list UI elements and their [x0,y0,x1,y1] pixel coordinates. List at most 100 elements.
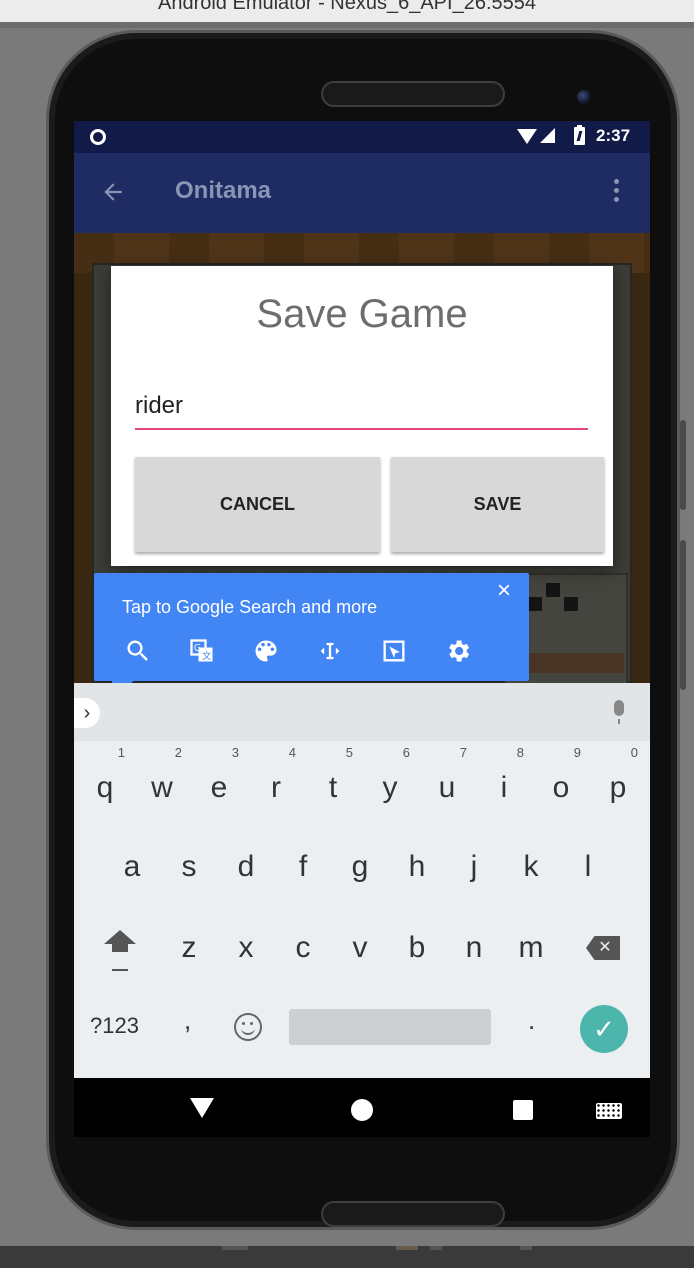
key-label: e [210,771,228,804]
key-label: t [328,771,338,804]
key-y[interactable]: y6 [362,746,418,818]
suggestion-strip: › [74,683,650,741]
key-g[interactable]: g [332,837,388,897]
key-hint: 8 [516,745,524,760]
key-hint: 5 [345,745,353,760]
key-n[interactable]: n [446,918,502,978]
key-j[interactable]: j [446,837,502,897]
key-label: q [96,771,114,804]
key-e[interactable]: e3 [191,746,247,818]
soft-keyboard: › q1 w2 e3 r4 t5 y6 u7 i8 o9 p0 a s d f … [74,683,650,1078]
key-hint: 4 [288,745,296,760]
key-i[interactable]: i8 [476,746,532,818]
key-label: w [151,771,173,804]
comma-key[interactable]: , [184,1005,191,1036]
key-hint: 2 [174,745,182,760]
cancel-button[interactable]: CANCEL [135,457,380,552]
space-bar[interactable] [289,1009,491,1045]
battery-charging-icon [574,125,585,145]
enter-check-icon[interactable]: ✓ [580,1005,628,1053]
key-k[interactable]: k [503,837,559,897]
overflow-menu-icon[interactable] [614,179,620,205]
save-game-dialog: Save Game CANCEL SAVE [111,266,613,566]
svg-text:文: 文 [202,650,211,662]
key-hint: 7 [459,745,467,760]
top-speaker [321,81,505,107]
power-button[interactable] [680,540,686,690]
svg-text:G: G [194,643,201,654]
device-screen: 2:37 Onitama Save Game CANCEL SAVE Tap t… [74,121,650,1137]
key-label: r [271,771,281,804]
key-p[interactable]: p0 [590,746,646,818]
key-l[interactable]: l [560,837,616,897]
backspace-icon[interactable]: ✕ [586,936,620,960]
game-board-area: Save Game CANCEL SAVE Tap to Google Sear… [74,233,650,795]
palette-icon[interactable] [252,637,280,665]
nav-recents-icon[interactable] [513,1100,533,1120]
key-label: o [552,771,570,804]
keyboard-switch-icon[interactable] [596,1103,622,1119]
key-a[interactable]: a [104,837,160,897]
save-button[interactable]: SAVE [391,457,604,552]
emoji-icon[interactable] [234,1013,262,1041]
front-camera [577,90,591,104]
key-x[interactable]: x [218,918,274,978]
key-t[interactable]: t5 [305,746,361,818]
key-d[interactable]: d [218,837,274,897]
key-z[interactable]: z [161,918,217,978]
shift-icon[interactable] [104,930,136,952]
translate-icon[interactable]: 文G [188,637,216,665]
key-hint: 3 [231,745,239,760]
window-title-text: Android Emulator - Nexus_6_API_26:5554 [157,0,536,14]
key-b[interactable]: b [389,918,445,978]
volume-button[interactable] [680,420,686,510]
key-o[interactable]: o9 [533,746,589,818]
key-f[interactable]: f [275,837,331,897]
wifi-icon [517,129,537,144]
assist-text: Tap to Google Search and more [122,597,378,617]
key-u[interactable]: u7 [419,746,475,818]
key-label: y [382,771,398,804]
screenshot-icon[interactable] [380,637,408,665]
emulator-window-title: Android Emulator - Nexus_6_API_26:5554 [0,0,694,22]
expand-suggestions-icon[interactable]: › [74,698,100,728]
key-hint: 0 [630,745,638,760]
google-assist-tooltip[interactable]: Tap to Google Search and more × 文G [94,573,529,695]
key-label: i [500,771,508,804]
key-q[interactable]: q1 [77,746,133,818]
key-hint: 9 [573,745,581,760]
mic-icon[interactable] [614,700,624,724]
status-time: 2:37 [596,126,631,145]
host-taskbar [0,1246,694,1268]
key-h[interactable]: h [389,837,445,897]
nav-back-icon[interactable] [190,1098,214,1118]
bottom-speaker [321,1201,505,1227]
key-c[interactable]: c [275,918,331,978]
shift-underline [112,969,128,971]
close-icon[interactable]: × [492,579,516,603]
status-bar: 2:37 [74,121,650,153]
notification-icon [90,129,106,145]
settings-icon[interactable] [444,637,472,665]
key-hint: 6 [402,745,410,760]
app-title: Onitama [175,177,272,204]
key-v[interactable]: v [332,918,388,978]
title-separator [0,22,694,28]
symbols-key[interactable]: ?123 [90,1013,139,1039]
key-hint: 1 [117,745,125,760]
text-select-icon[interactable] [316,637,344,665]
key-label: p [609,771,627,804]
search-icon[interactable] [124,637,152,665]
key-m[interactable]: m [503,918,559,978]
dialog-title: Save Game [256,292,468,336]
key-label: u [438,771,456,804]
save-name-input[interactable] [135,384,588,430]
key-r[interactable]: r4 [248,746,304,818]
nav-home-icon[interactable] [351,1099,373,1121]
key-w[interactable]: w2 [134,746,190,818]
app-toolbar: Onitama [74,153,650,233]
key-s[interactable]: s [161,837,217,897]
back-arrow-icon[interactable] [100,179,126,205]
cell-signal-icon [540,128,555,143]
period-key[interactable]: . [528,1005,535,1036]
